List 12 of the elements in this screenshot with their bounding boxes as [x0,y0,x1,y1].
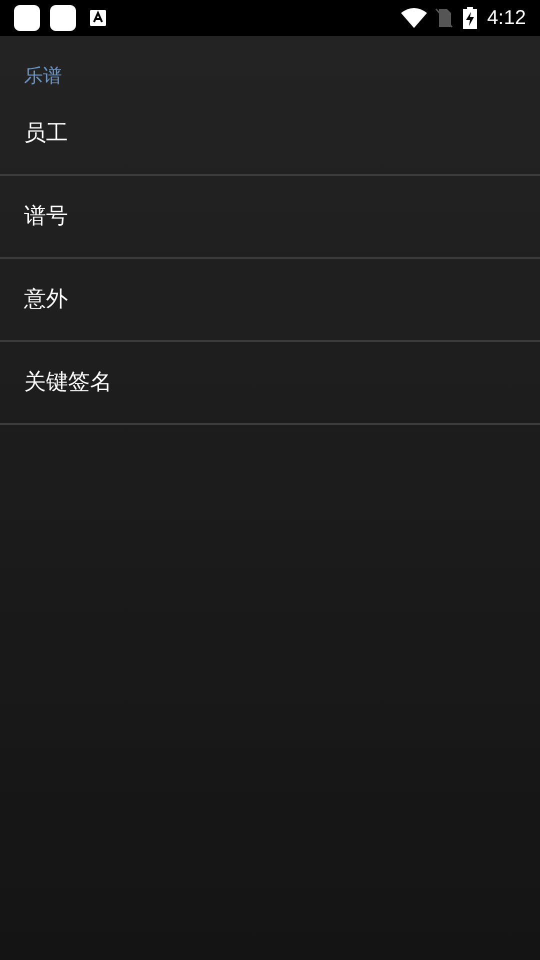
status-time: 4:12 [487,6,526,31]
wifi-icon [401,8,428,28]
app-notification-icon [50,5,76,31]
settings-item[interactable]: 意外 [0,258,540,342]
font-app-icon [90,10,106,26]
settings-item[interactable]: 谱号 [0,176,540,258]
app-notification-icon [14,5,40,31]
no-sim-icon [435,8,454,28]
settings-item[interactable]: 员工 [0,92,540,176]
settings-item[interactable]: 关键签名 [0,342,540,424]
section-header: 乐谱 [24,65,62,87]
battery-charging-icon [463,7,478,29]
